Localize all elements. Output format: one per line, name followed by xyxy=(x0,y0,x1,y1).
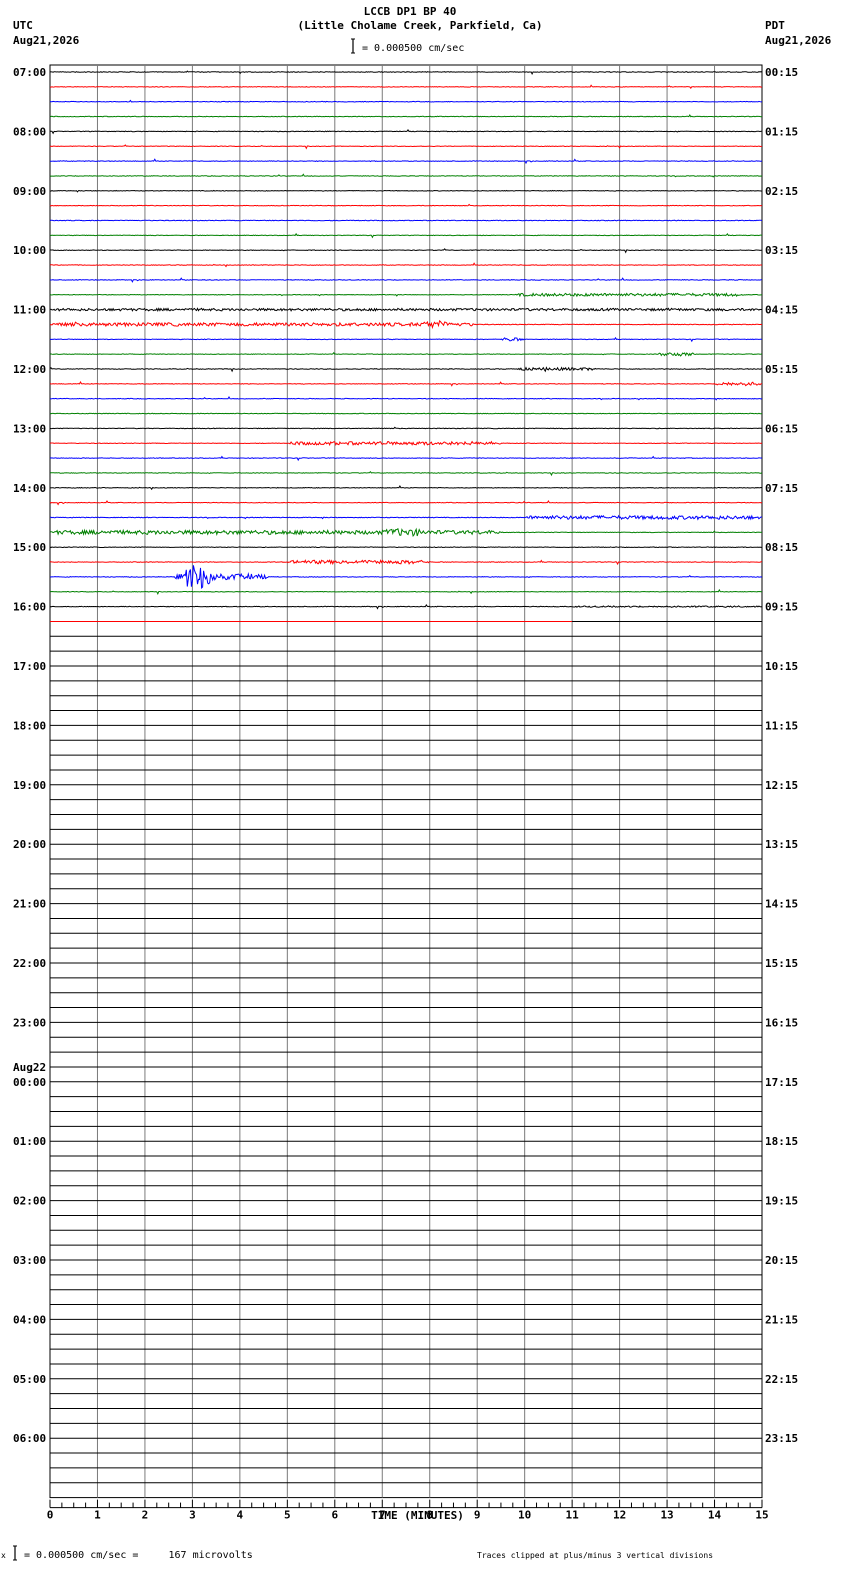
trace-line xyxy=(49,129,763,135)
left-hour-label: 18:00 xyxy=(13,719,46,732)
trace-line xyxy=(49,158,763,165)
trace-line xyxy=(49,470,763,477)
left-hour-label: 20:00 xyxy=(13,838,46,851)
trace-line xyxy=(49,277,762,283)
trace-line xyxy=(49,114,762,118)
right-hour-label: 21:15 xyxy=(765,1313,798,1326)
right-hour-label: 10:15 xyxy=(765,660,798,673)
right-hour-label: 20:15 xyxy=(765,1254,798,1267)
right-hour-label: 06:15 xyxy=(765,422,798,435)
left-hour-label: 08:00 xyxy=(13,125,46,138)
right-hour-label: 00:15 xyxy=(765,66,798,79)
trace-line xyxy=(49,500,763,506)
trace-line xyxy=(49,189,763,193)
seismic-traces xyxy=(49,70,763,1484)
right-hour-label: 05:15 xyxy=(765,363,798,376)
left-hour-label: 07:00 xyxy=(13,66,46,79)
left-hour-label: 03:00 xyxy=(13,1254,46,1267)
trace-line xyxy=(49,559,762,566)
left-hour-label: 19:00 xyxy=(13,779,46,792)
trace-line xyxy=(49,232,763,239)
trace-line xyxy=(49,380,763,387)
trace-line xyxy=(49,588,763,595)
trace-line xyxy=(50,514,762,521)
trace-line xyxy=(49,173,763,178)
right-hour-label: 13:15 xyxy=(765,838,798,851)
trace-line xyxy=(49,307,763,313)
left-hour-label: 16:00 xyxy=(13,601,46,614)
left-hour-label: 15:00 xyxy=(13,541,46,554)
left-hour-label: 21:00 xyxy=(13,898,46,911)
trace-line xyxy=(49,262,763,268)
right-hour-label: 08:15 xyxy=(765,541,798,554)
left-hour-label: 22:00 xyxy=(13,957,46,970)
right-hour-label: 23:15 xyxy=(765,1432,798,1445)
right-hour-label: 03:15 xyxy=(765,244,798,257)
trace-line xyxy=(49,603,763,610)
right-hour-label: 18:15 xyxy=(765,1135,798,1148)
trace-line xyxy=(49,219,763,222)
left-hour-label: 12:00 xyxy=(13,363,46,376)
left-hour-label: 06:00 xyxy=(13,1432,46,1445)
trace-line xyxy=(49,440,763,447)
left-hour-label: 09:00 xyxy=(13,185,46,198)
right-hour-label: 16:15 xyxy=(765,1016,798,1029)
trace-line xyxy=(49,319,763,330)
right-hour-label: 11:15 xyxy=(765,719,798,732)
left-hour-label: 05:00 xyxy=(13,1373,46,1386)
right-hour-label: 04:15 xyxy=(765,304,798,317)
left-hour-label: 14:00 xyxy=(13,482,46,495)
trace-line xyxy=(49,455,763,462)
footer-scale-note: = 0.000500 cm/sec = 167 microvolts xyxy=(24,1550,253,1561)
right-hour-label: 12:15 xyxy=(765,779,798,792)
right-hour-label: 15:15 xyxy=(765,957,798,970)
trace-line xyxy=(50,84,762,90)
trace-line xyxy=(49,203,763,207)
right-hour-label: 19:15 xyxy=(765,1195,798,1208)
left-hour-label: 11:00 xyxy=(13,304,46,317)
trace-line xyxy=(49,99,763,103)
trace-line xyxy=(49,336,763,343)
left-hour-label: 13:00 xyxy=(13,422,46,435)
x-axis-title: TIME (MINUTES) xyxy=(371,1509,464,1522)
trace-line xyxy=(49,70,763,76)
right-hour-label: 09:15 xyxy=(765,601,798,614)
left-hour-label: 01:00 xyxy=(13,1135,46,1148)
trace-line xyxy=(49,484,763,491)
trace-line xyxy=(49,546,763,549)
trace-line xyxy=(49,527,762,537)
left-hour-label: 10:00 xyxy=(13,244,46,257)
trace-line xyxy=(49,412,763,415)
left-hour-label: 02:00 xyxy=(13,1195,46,1208)
right-hour-label: 14:15 xyxy=(765,898,798,911)
right-hour-label: 01:15 xyxy=(765,125,798,138)
right-hour-label: 02:15 xyxy=(765,185,798,198)
trace-line xyxy=(49,144,762,150)
trace-line xyxy=(49,366,763,373)
left-hour-label: 04:00 xyxy=(13,1313,46,1326)
right-hour-label: 07:15 xyxy=(765,482,798,495)
trace-line xyxy=(49,248,763,254)
clip-note: Traces clipped at plus/minus 3 vertical … xyxy=(477,1551,714,1560)
trace-line xyxy=(49,565,763,589)
left-hour-label: 00:00 xyxy=(13,1076,46,1089)
right-hour-label: 17:15 xyxy=(765,1076,798,1089)
helicorder-plot: 0 1 2 3 4 5 6 7 8 9 10 11 12 13 14 15 07:0008:0009:0010… xyxy=(13,38,798,1561)
trace-line xyxy=(49,351,763,357)
trace-line xyxy=(49,396,763,401)
left-hour-label: 23:00 xyxy=(13,1016,46,1029)
right-hour-label: 22:15 xyxy=(765,1373,798,1386)
trace-line xyxy=(49,292,763,298)
corner-mark: x xyxy=(1,1551,6,1560)
trace-line xyxy=(49,426,763,430)
date-change-label: Aug22 xyxy=(13,1061,46,1074)
left-hour-label: 17:00 xyxy=(13,660,46,673)
